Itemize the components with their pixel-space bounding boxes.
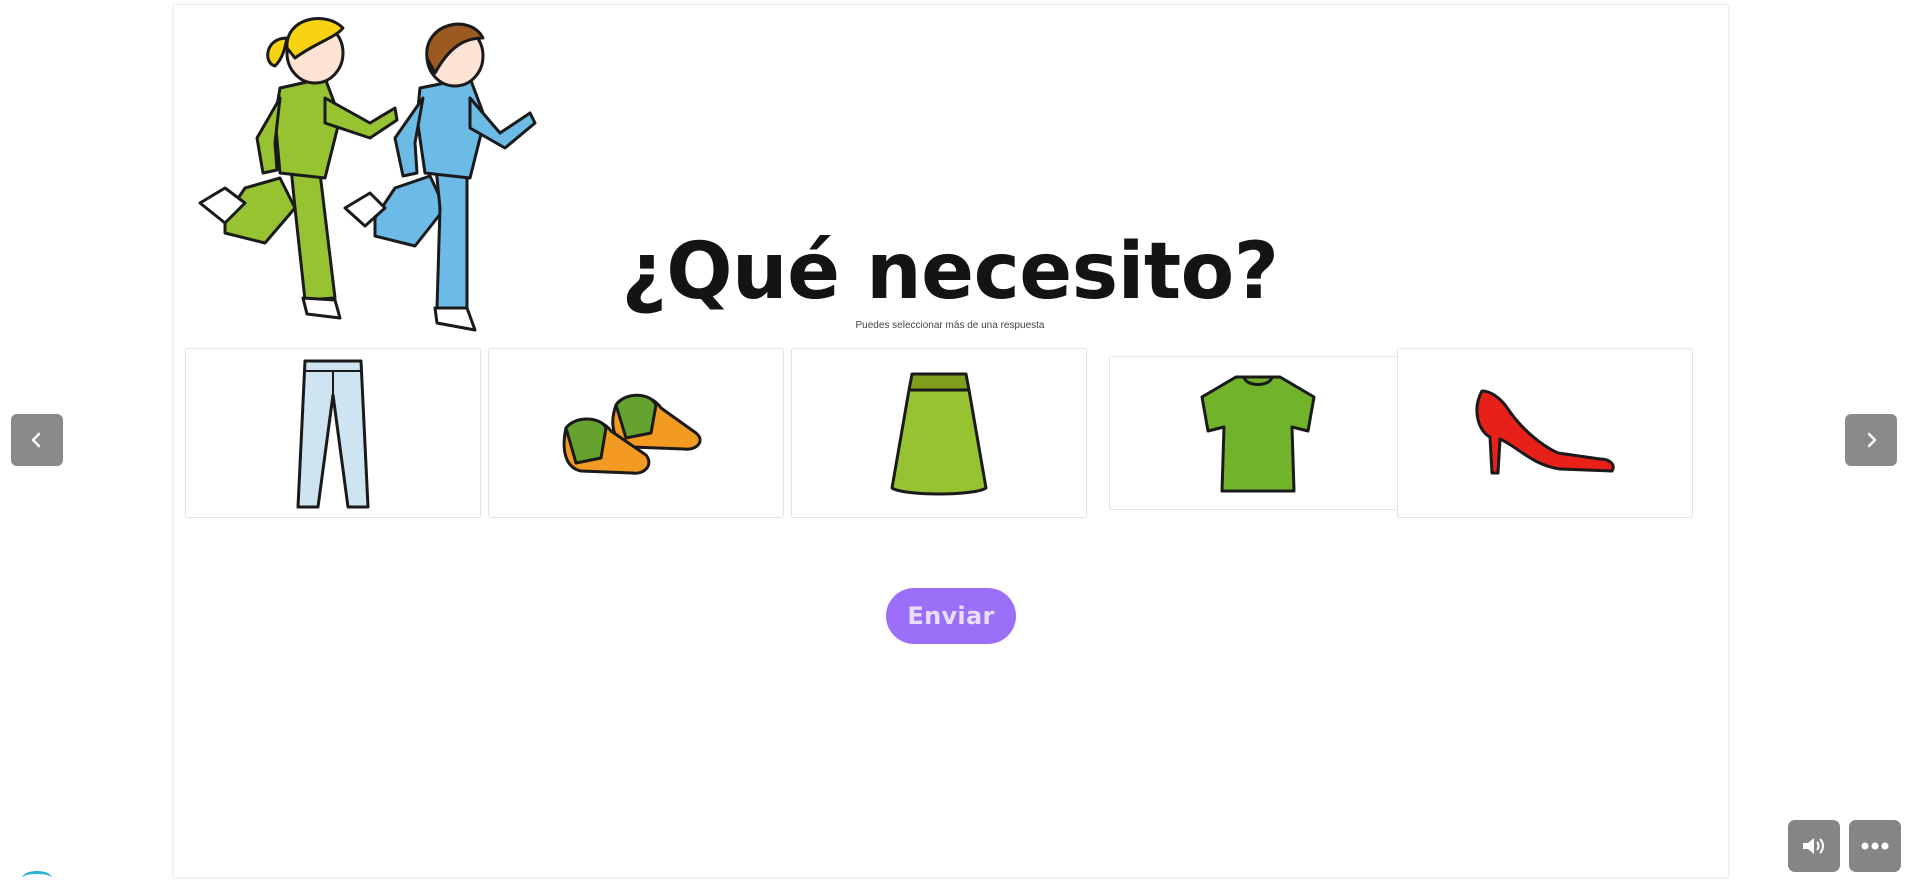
option-sneakers[interactable] [488,348,784,518]
option-skirt[interactable] [791,348,1087,518]
speaker-icon [1803,838,1824,854]
more-options-button[interactable] [1849,820,1901,872]
more-dots-icon [1861,842,1889,850]
chevron-left-icon [31,432,41,448]
option-jeans[interactable] [185,348,481,518]
question-title: ¿Qué necesito? [621,227,1280,317]
option-tshirt[interactable] [1109,356,1405,510]
submit-button[interactable]: Enviar [886,588,1016,644]
audio-button[interactable] [1788,820,1840,872]
next-button[interactable] [1845,414,1897,466]
red-high-heel-icon [1475,389,1615,475]
option-heel[interactable] [1397,348,1693,518]
question-subtitle: Puedes seleccionar más de una respuesta [855,320,1045,331]
loading-indicator [22,871,52,885]
running-children-illustration [198,17,537,332]
chevron-right-icon [1867,432,1877,448]
green-skirt-icon [890,372,988,496]
sneakers-icon [562,393,702,475]
jeans-pants-icon [296,359,370,509]
green-tshirt-icon [1200,375,1315,493]
previous-button[interactable] [11,414,63,466]
